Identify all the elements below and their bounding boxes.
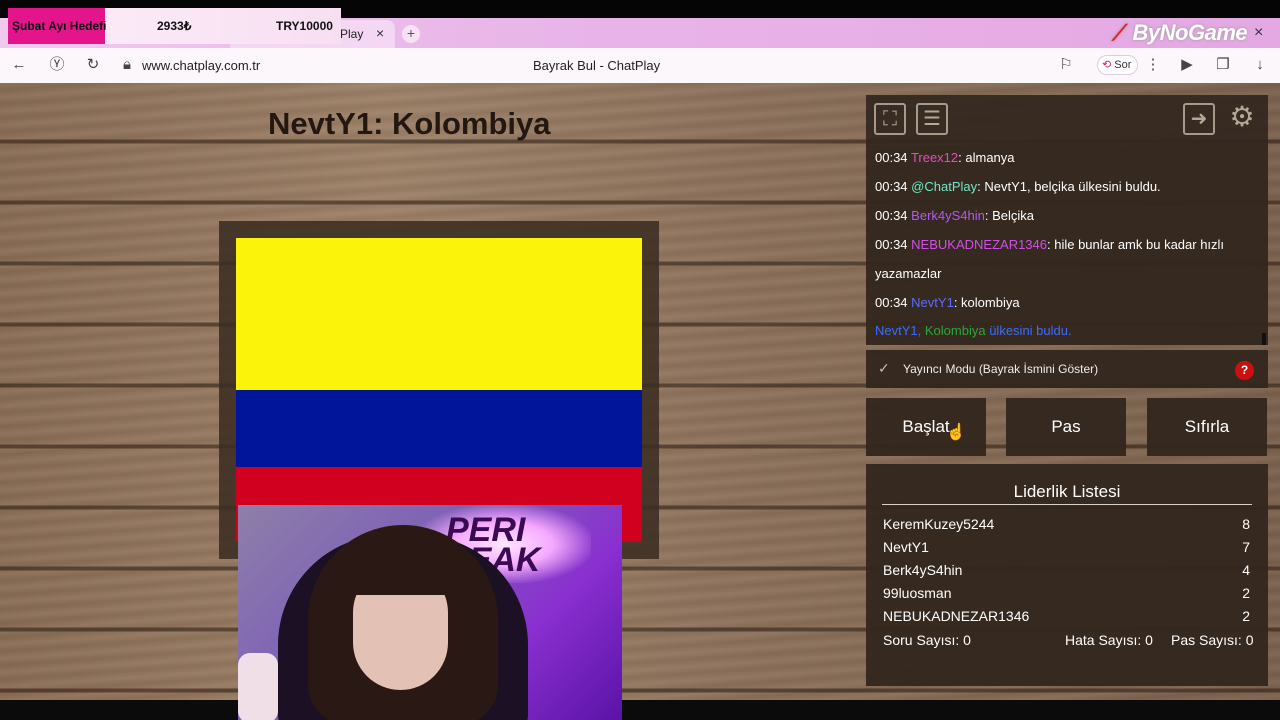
lamp	[238, 653, 278, 720]
leaderboard-name: NEBUKADNEZAR1346	[883, 608, 1030, 624]
new-tab-button[interactable]: +	[402, 25, 420, 43]
more-icon[interactable]: ⋮	[1144, 56, 1162, 74]
chat-message: 00:34 Treex12: almanya	[875, 150, 1015, 165]
streamer-mode-label[interactable]: Yayıncı Modu (Bayrak İsmini Göster)	[903, 362, 1098, 376]
chat-message: 00:34 NEBUKADNEZAR1346: hile bunlar amk …	[875, 237, 1224, 252]
chat-text: : almanya	[958, 150, 1015, 165]
webcam-overlay: PERI PEAK	[238, 505, 622, 720]
chat-text: : hile bunlar amk bu kadar hızlı	[1047, 237, 1225, 252]
reset-button[interactable]: Sıfırla	[1147, 398, 1267, 456]
gear-icon[interactable]: ⚙	[1226, 103, 1258, 135]
bottom-strip	[0, 700, 1280, 720]
pass-button[interactable]: Pas	[1006, 398, 1126, 456]
chat-message: 00:34 Berk4yS4hin: Belçika	[875, 208, 1034, 223]
window-close-icon[interactable]: ×	[1254, 24, 1263, 42]
chat-time: 00:34	[875, 208, 908, 223]
help-icon[interactable]: ?	[1235, 361, 1254, 380]
question-count: Soru Sayısı: 0	[883, 632, 971, 648]
chat-message: 00:34 @ChatPlay: NevtY1, belçika ülkesin…	[875, 179, 1161, 194]
leaderboard-score: 8	[1242, 516, 1250, 532]
chat-message: yazamazlar	[875, 266, 941, 281]
url-field[interactable]: www.chatplay.com.tr	[142, 58, 260, 73]
leaderboard-name: 99luosman	[883, 585, 952, 601]
brand-logo: ⟋ ByNoGame	[1112, 20, 1248, 45]
question-title: NevtY1: Kolombiya	[268, 106, 551, 141]
ask-button[interactable]: ⟲ Sor	[1097, 55, 1139, 75]
exit-icon[interactable]: ➜	[1183, 103, 1215, 135]
yandex-icon[interactable]: Ⓨ	[48, 56, 66, 74]
error-count: Hata Sayısı: 0	[1065, 632, 1153, 648]
leaderboard-score: 2	[1242, 608, 1250, 624]
back-icon[interactable]: ←	[10, 56, 28, 74]
checkmark-icon[interactable]: ✓	[878, 360, 890, 377]
chat-message: 00:34 NevtY1: kolombiya	[875, 295, 1020, 310]
leaderboard-score: 4	[1242, 562, 1250, 578]
flag-stripe-blue	[236, 390, 642, 467]
leaderboard-score: 7	[1242, 539, 1250, 555]
chat-username[interactable]: @ChatPlay	[911, 179, 977, 194]
chat-time: 00:34	[875, 150, 908, 165]
chat-text: : NevtY1, belçika ülkesini buldu.	[977, 179, 1161, 194]
chat-time: 00:34	[875, 179, 908, 194]
start-button[interactable]: Başlat	[866, 398, 986, 456]
ask-icon: ⟲	[1102, 59, 1112, 71]
leaderboard-name: KeremKuzey5244	[883, 516, 995, 532]
refresh-icon[interactable]: ↻	[84, 56, 102, 74]
chat-text: yazamazlar	[875, 266, 942, 281]
chat-username[interactable]: Berk4yS4hin	[911, 208, 985, 223]
download-icon[interactable]: ↓	[1251, 56, 1269, 74]
leaderboard-title: Liderlik Listesi	[1013, 482, 1121, 501]
chat-time: 00:34	[875, 237, 908, 252]
leaderboard-name: Berk4yS4hin	[883, 562, 963, 578]
chat-text: : kolombiya	[953, 295, 1020, 310]
chat-username[interactable]: NevtY1	[911, 295, 954, 310]
lock-icon: 🔒︎	[123, 56, 131, 73]
goal-title: Şubat Ayı Hedefi	[12, 19, 107, 33]
expand-icon[interactable]: ⛶	[874, 103, 906, 135]
collections-icon[interactable]: ❐	[1214, 56, 1232, 74]
tab-label: Play	[340, 27, 364, 41]
goal-target: TRY10000	[276, 19, 333, 33]
chat-text: : Belçika	[984, 208, 1035, 223]
bookmark-icon[interactable]: ⚐	[1057, 56, 1075, 74]
chat-time: 00:34	[875, 295, 908, 310]
media-icon[interactable]: ▶	[1178, 56, 1196, 74]
chat-username[interactable]: Treex12	[911, 150, 958, 165]
system-message: NevtY1, Kolombiya ülkesini buldu.	[875, 323, 1072, 338]
chat-username[interactable]: NEBUKADNEZAR1346	[911, 237, 1047, 252]
leaderboard-name: NevtY1	[883, 539, 929, 555]
tab-close-icon[interactable]: ×	[376, 25, 384, 41]
mouse-cursor-icon: ☝	[946, 424, 966, 441]
leaderboard-score: 2	[1242, 585, 1250, 601]
flag-stripe-yellow	[236, 238, 642, 390]
divider	[882, 504, 1252, 505]
bynogame-logo-icon: ⟋	[1112, 20, 1127, 45]
donation-goal-widget: Şubat Ayı Hedefi 2933₺ TRY10000	[8, 8, 341, 44]
document-icon[interactable]: ☰	[916, 103, 948, 135]
page-title: Bayrak Bul - ChatPlay	[533, 58, 661, 73]
pass-count: Pas Sayısı: 0	[1171, 632, 1254, 648]
chat-scrollbar[interactable]	[1262, 333, 1266, 345]
goal-current: 2933₺	[157, 19, 192, 33]
